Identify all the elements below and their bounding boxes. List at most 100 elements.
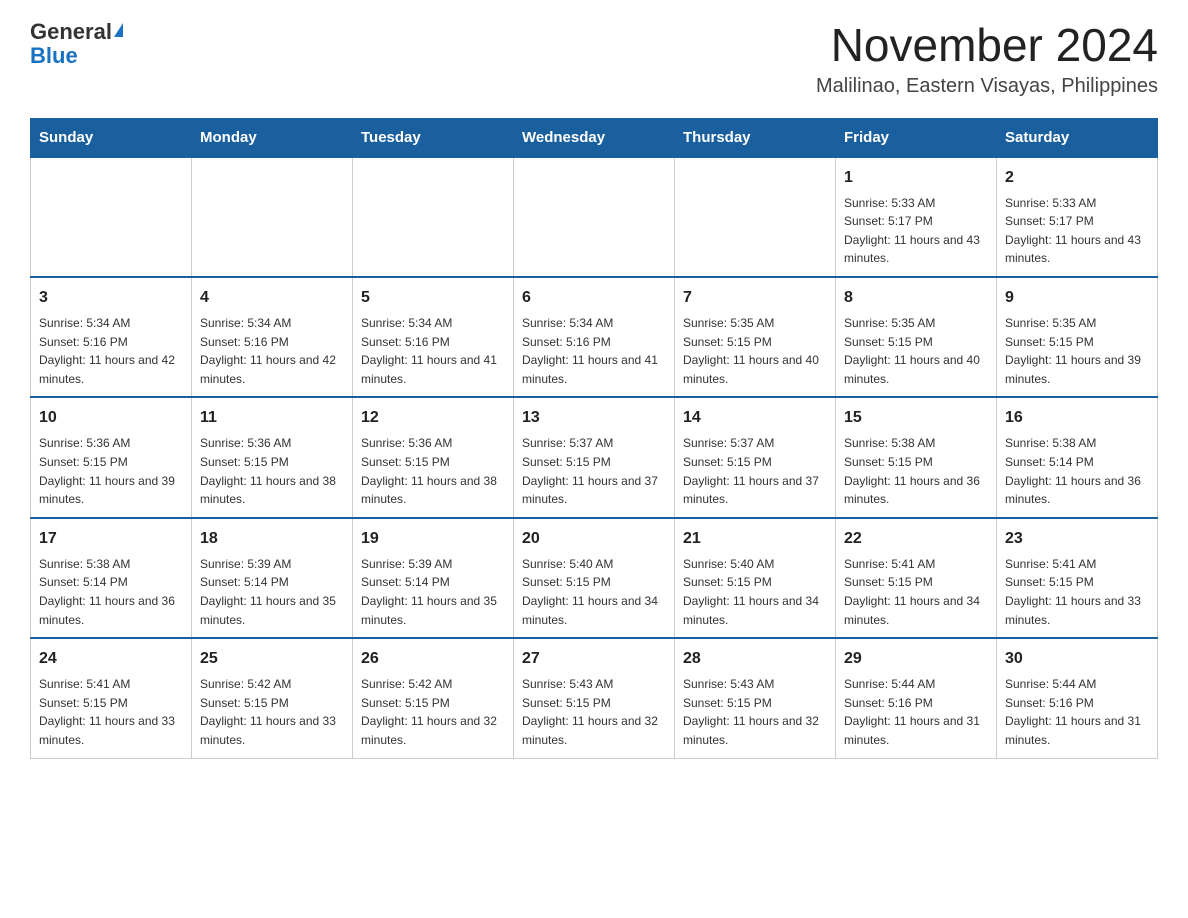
calendar-cell: 12 Sunrise: 5:36 AMSunset: 5:15 PMDayligh… — [353, 397, 514, 517]
sun-info: Sunrise: 5:43 AMSunset: 5:15 PMDaylight:… — [683, 675, 827, 749]
calendar-cell: 19Sunrise: 5:39 AMSunset: 5:14 PMDayligh… — [353, 518, 514, 638]
day-number: 1 — [844, 166, 988, 190]
title-block: November 2024 Malilinao, Eastern Visayas… — [816, 20, 1158, 98]
sun-info: Sunrise: 5:36 AMSunset: 5:15 PMDaylight:… — [361, 434, 505, 508]
calendar-cell — [31, 157, 192, 277]
day-number: 30 — [1005, 647, 1149, 671]
day-number: 23 — [1005, 527, 1149, 551]
sun-info: Sunrise: 5:41 AMSunset: 5:15 PMDaylight:… — [39, 675, 183, 749]
day-number: 20 — [522, 527, 666, 551]
calendar-cell: 28 Sunrise: 5:43 AMSunset: 5:15 PMDayligh… — [675, 638, 836, 758]
calendar-cell — [675, 157, 836, 277]
day-number: 19 — [361, 527, 505, 551]
calendar-cell — [353, 157, 514, 277]
day-number: 9 — [1005, 286, 1149, 310]
calendar-cell: 14Sunrise: 5:37 AMSunset: 5:15 PMDayligh… — [675, 397, 836, 517]
day-number: 25 — [200, 647, 344, 671]
calendar-cell: 16 Sunrise: 5:38 AMSunset: 5:14 PMDayligh… — [997, 397, 1158, 517]
day-number: 15 — [844, 406, 988, 430]
calendar-cell: 27 Sunrise: 5:43 AMSunset: 5:15 PMDayligh… — [514, 638, 675, 758]
calendar-cell: 2Sunrise: 5:33 AMSunset: 5:17 PMDaylight… — [997, 157, 1158, 277]
day-number: 10 — [39, 406, 183, 430]
sun-info: Sunrise: 5:44 AMSunset: 5:16 PMDaylight:… — [844, 675, 988, 749]
sun-info: Sunrise: 5:35 AMSunset: 5:15 PMDaylight:… — [1005, 314, 1149, 388]
calendar-cell: 17 Sunrise: 5:38 AMSunset: 5:14 PMDayligh… — [31, 518, 192, 638]
day-number: 8 — [844, 286, 988, 310]
location-subtitle: Malilinao, Eastern Visayas, Philippines — [816, 75, 1158, 98]
calendar-cell: 21 Sunrise: 5:40 AMSunset: 5:15 PMDayligh… — [675, 518, 836, 638]
sun-info: Sunrise: 5:38 AMSunset: 5:15 PMDaylight:… — [844, 434, 988, 508]
calendar-cell: 15 Sunrise: 5:38 AMSunset: 5:15 PMDayligh… — [836, 397, 997, 517]
calendar-header-row: SundayMondayTuesdayWednesdayThursdayFrid… — [31, 118, 1158, 157]
calendar-week-row: 17 Sunrise: 5:38 AMSunset: 5:14 PMDayligh… — [31, 518, 1158, 638]
sun-info: Sunrise: 5:34 AMSunset: 5:16 PMDaylight:… — [200, 314, 344, 388]
weekday-header: Saturday — [997, 118, 1158, 157]
sun-info: Sunrise: 5:40 AMSunset: 5:15 PMDaylight:… — [522, 555, 666, 629]
day-number: 2 — [1005, 166, 1149, 190]
day-number: 5 — [361, 286, 505, 310]
logo: General Blue — [30, 20, 123, 68]
day-number: 26 — [361, 647, 505, 671]
day-number: 4 — [200, 286, 344, 310]
sun-info: Sunrise: 5:33 AMSunset: 5:17 PMDaylight:… — [844, 194, 988, 268]
calendar-cell: 10Sunrise: 5:36 AMSunset: 5:15 PMDayligh… — [31, 397, 192, 517]
calendar-table: SundayMondayTuesdayWednesdayThursdayFrid… — [30, 118, 1158, 759]
calendar-cell: 4 Sunrise: 5:34 AMSunset: 5:16 PMDaylight… — [192, 277, 353, 397]
logo-triangle-icon — [114, 23, 123, 37]
calendar-cell: 7 Sunrise: 5:35 AMSunset: 5:15 PMDaylight… — [675, 277, 836, 397]
logo-blue-text: Blue — [30, 44, 78, 68]
sun-info: Sunrise: 5:35 AMSunset: 5:15 PMDaylight:… — [683, 314, 827, 388]
sun-info: Sunrise: 5:41 AMSunset: 5:15 PMDaylight:… — [844, 555, 988, 629]
calendar-cell: 11Sunrise: 5:36 AMSunset: 5:15 PMDayligh… — [192, 397, 353, 517]
calendar-cell: 24 Sunrise: 5:41 AMSunset: 5:15 PMDayligh… — [31, 638, 192, 758]
weekday-header: Sunday — [31, 118, 192, 157]
sun-info: Sunrise: 5:44 AMSunset: 5:16 PMDaylight:… — [1005, 675, 1149, 749]
page-header: General Blue November 2024 Malilinao, Ea… — [30, 20, 1158, 98]
day-number: 28 — [683, 647, 827, 671]
sun-info: Sunrise: 5:43 AMSunset: 5:15 PMDaylight:… — [522, 675, 666, 749]
calendar-cell: 29 Sunrise: 5:44 AMSunset: 5:16 PMDayligh… — [836, 638, 997, 758]
day-number: 3 — [39, 286, 183, 310]
sun-info: Sunrise: 5:38 AMSunset: 5:14 PMDaylight:… — [39, 555, 183, 629]
calendar-cell: 18 Sunrise: 5:39 AMSunset: 5:14 PMDayligh… — [192, 518, 353, 638]
day-number: 11 — [200, 406, 344, 430]
calendar-cell: 5 Sunrise: 5:34 AMSunset: 5:16 PMDaylight… — [353, 277, 514, 397]
sun-info: Sunrise: 5:40 AMSunset: 5:15 PMDaylight:… — [683, 555, 827, 629]
calendar-cell: 8Sunrise: 5:35 AMSunset: 5:15 PMDaylight… — [836, 277, 997, 397]
month-year-title: November 2024 — [816, 20, 1158, 71]
day-number: 16 — [1005, 406, 1149, 430]
calendar-week-row: 3 Sunrise: 5:34 AMSunset: 5:16 PMDaylight… — [31, 277, 1158, 397]
day-number: 21 — [683, 527, 827, 551]
calendar-week-row: 24 Sunrise: 5:41 AMSunset: 5:15 PMDayligh… — [31, 638, 1158, 758]
day-number: 27 — [522, 647, 666, 671]
day-number: 12 — [361, 406, 505, 430]
calendar-cell: 22Sunrise: 5:41 AMSunset: 5:15 PMDayligh… — [836, 518, 997, 638]
day-number: 6 — [522, 286, 666, 310]
calendar-cell: 1 Sunrise: 5:33 AMSunset: 5:17 PMDaylight… — [836, 157, 997, 277]
day-number: 17 — [39, 527, 183, 551]
logo-general-text: General — [30, 20, 112, 44]
weekday-header: Thursday — [675, 118, 836, 157]
calendar-cell: 3Sunrise: 5:34 AMSunset: 5:16 PMDaylight… — [31, 277, 192, 397]
day-number: 13 — [522, 406, 666, 430]
weekday-header: Tuesday — [353, 118, 514, 157]
sun-info: Sunrise: 5:37 AMSunset: 5:15 PMDaylight:… — [683, 434, 827, 508]
sun-info: Sunrise: 5:41 AMSunset: 5:15 PMDaylight:… — [1005, 555, 1149, 629]
calendar-cell: 26Sunrise: 5:42 AMSunset: 5:15 PMDayligh… — [353, 638, 514, 758]
day-number: 24 — [39, 647, 183, 671]
weekday-header: Monday — [192, 118, 353, 157]
calendar-week-row: 1 Sunrise: 5:33 AMSunset: 5:17 PMDaylight… — [31, 157, 1158, 277]
calendar-cell: 25Sunrise: 5:42 AMSunset: 5:15 PMDayligh… — [192, 638, 353, 758]
calendar-cell: 13 Sunrise: 5:37 AMSunset: 5:15 PMDayligh… — [514, 397, 675, 517]
sun-info: Sunrise: 5:38 AMSunset: 5:14 PMDaylight:… — [1005, 434, 1149, 508]
sun-info: Sunrise: 5:37 AMSunset: 5:15 PMDaylight:… — [522, 434, 666, 508]
calendar-cell: 6Sunrise: 5:34 AMSunset: 5:16 PMDaylight… — [514, 277, 675, 397]
day-number: 18 — [200, 527, 344, 551]
calendar-cell: 23 Sunrise: 5:41 AMSunset: 5:15 PMDayligh… — [997, 518, 1158, 638]
day-number: 29 — [844, 647, 988, 671]
calendar-cell — [514, 157, 675, 277]
day-number: 7 — [683, 286, 827, 310]
sun-info: Sunrise: 5:39 AMSunset: 5:14 PMDaylight:… — [200, 555, 344, 629]
sun-info: Sunrise: 5:34 AMSunset: 5:16 PMDaylight:… — [361, 314, 505, 388]
calendar-cell: 9 Sunrise: 5:35 AMSunset: 5:15 PMDaylight… — [997, 277, 1158, 397]
